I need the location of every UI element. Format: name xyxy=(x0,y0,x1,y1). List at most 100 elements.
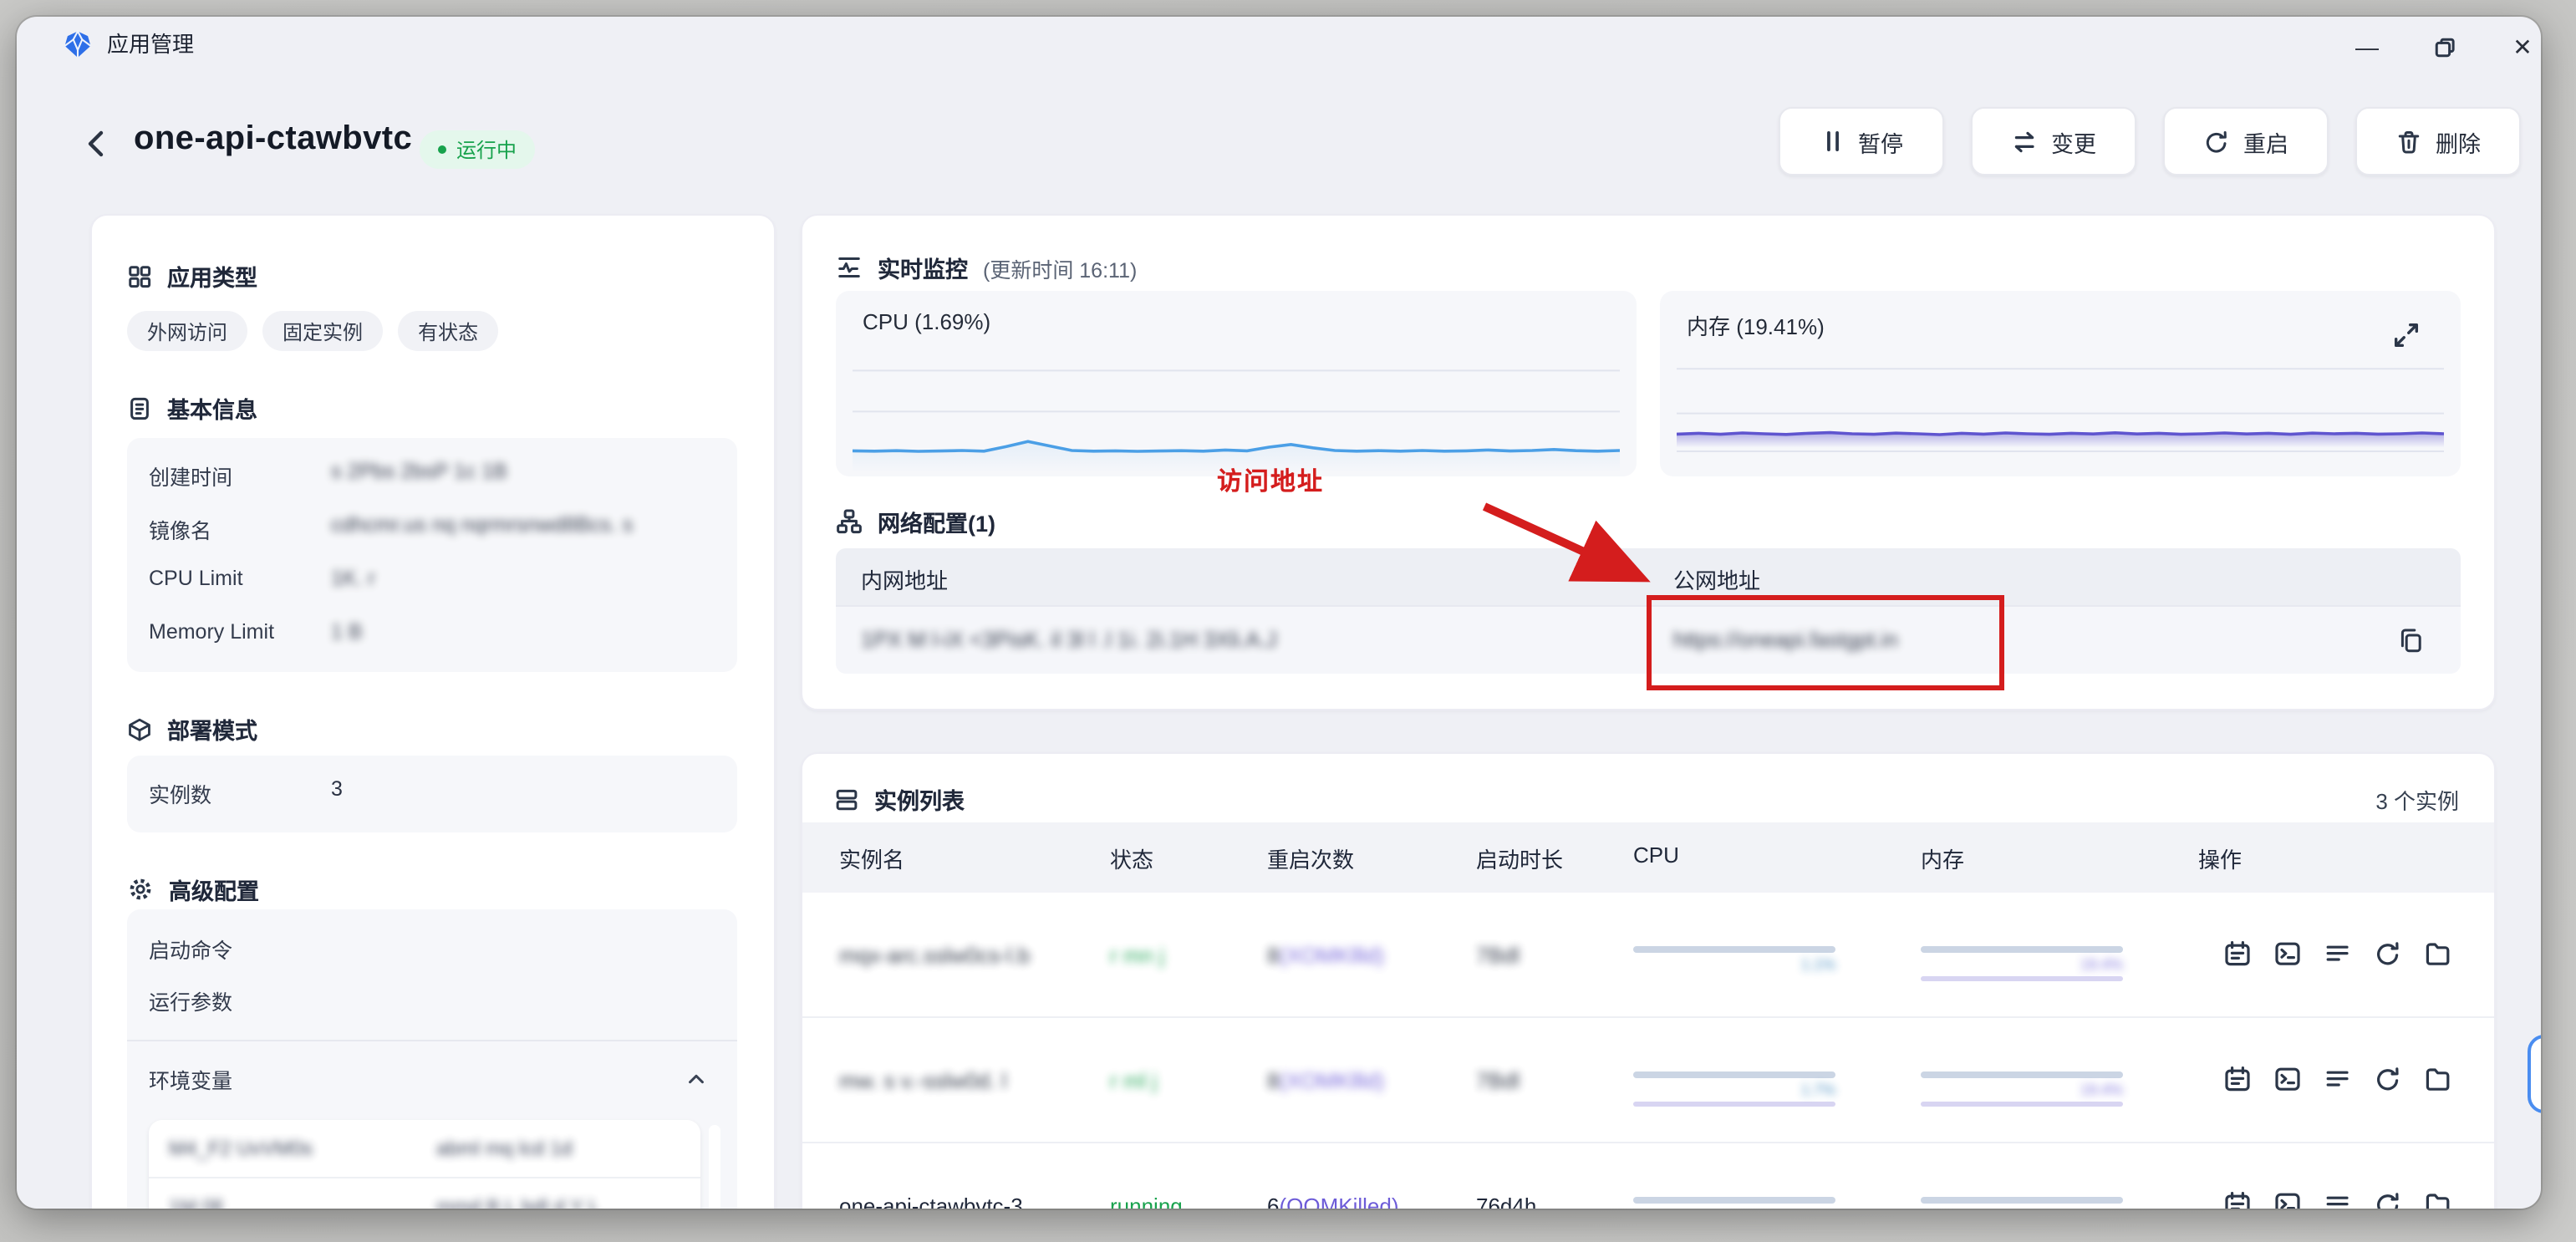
instance-actions xyxy=(2223,1065,2452,1093)
instance-memory-metric: 19.4% xyxy=(1921,946,2123,981)
instance-table-header: 实例名 状态 重启次数 启动时长 CPU 内存 操作 xyxy=(802,822,2494,893)
pause-label: 暂停 xyxy=(1858,125,1903,158)
internal-address-column: 内网地址 xyxy=(861,563,948,595)
instance-actions xyxy=(2223,939,2452,968)
env-vars-header[interactable]: 环境变量 xyxy=(149,1063,715,1097)
copy-icon[interactable] xyxy=(2397,627,2424,654)
logs-icon[interactable] xyxy=(2324,1065,2352,1093)
cpu-limit-label: CPU Limit xyxy=(149,567,243,590)
monitor-icon[interactable] xyxy=(2223,939,2252,968)
instance-memory-percent: 19.4% xyxy=(1921,956,2123,975)
trash-icon xyxy=(2395,128,2422,155)
cpu-chart-panel: CPU (1.69%) xyxy=(836,291,1637,476)
basic-info-card: 创建时间s 2Pbs 2bsP 1c 1B 镜像名cdhcmr.us nq nq… xyxy=(127,438,737,672)
list-icon xyxy=(834,786,859,812)
desktop-background: 应用管理 — ✕ one-api-ctawbvtc 运行中 暂停 变更 xyxy=(0,0,2576,1242)
scrollbar-thumb[interactable] xyxy=(709,1125,720,1209)
expand-icon[interactable] xyxy=(2392,321,2421,349)
minimize-button[interactable]: — xyxy=(2345,30,2389,64)
image-name-value: cdhcmr.us nq nqrmrsnwd8Bcs. s xyxy=(331,513,633,537)
instance-name: one-api-ctawbvtc-3 xyxy=(839,1194,1023,1209)
internal-address-value: 1PX M l-iX <3PisK. il 3l l .l 1i. 2i.1H … xyxy=(861,627,1277,652)
deploy-mode-card: 实例数3 xyxy=(127,756,737,832)
gear-icon xyxy=(127,876,154,903)
pulse-icon xyxy=(836,254,863,281)
column-status: 状态 xyxy=(1110,842,1153,874)
memory-chart-title: 内存 (19.41%) xyxy=(1687,309,1825,341)
terminal-icon[interactable] xyxy=(2273,1065,2302,1093)
env-vars-title: 环境变量 xyxy=(149,1070,232,1093)
logs-icon[interactable] xyxy=(2324,939,2352,968)
change-button[interactable]: 变更 xyxy=(1971,107,2136,176)
tag-stateful: 有状态 xyxy=(398,311,498,351)
env-key: 1M 0ll xyxy=(169,1195,222,1209)
image-name-label: 镜像名 xyxy=(149,513,211,545)
env-value: abml mq lcd 1d xyxy=(436,1137,573,1160)
restart-icon[interactable] xyxy=(2374,1190,2402,1209)
column-cpu: CPU xyxy=(1633,842,1679,868)
app-type-tags: 外网访问 固定实例 有状态 xyxy=(127,311,498,351)
restore-button[interactable] xyxy=(2422,30,2466,64)
deploy-mode-title: 部署模式 xyxy=(167,712,257,746)
monitor-icon[interactable] xyxy=(2223,1190,2252,1209)
tag-external-access: 外网访问 xyxy=(127,311,247,351)
instance-list-header: 实例列表 xyxy=(834,782,965,816)
memory-limit-value: 1 B xyxy=(331,620,363,644)
column-actions: 操作 xyxy=(2198,842,2242,874)
instance-uptime: 7Bdl xyxy=(1476,943,1520,968)
close-icon[interactable]: ✕ xyxy=(2501,30,2541,64)
env-var-row: M4_F2 UvVM0s abml mq lcd 1d xyxy=(149,1120,700,1177)
delete-label: 删除 xyxy=(2436,125,2481,158)
folder-icon[interactable] xyxy=(2424,939,2452,968)
pause-button[interactable]: 暂停 xyxy=(1779,107,1944,176)
basic-info-section-header: 基本信息 xyxy=(127,391,257,425)
env-key: M4_F2 UvVM0s xyxy=(169,1137,313,1160)
restart-icon xyxy=(2203,128,2230,155)
instance-actions xyxy=(2223,1190,2452,1209)
app-title: 应用管理 xyxy=(107,17,194,74)
instance-memory-percent: 19.4% xyxy=(1921,1082,2123,1100)
cube-icon xyxy=(127,716,152,741)
pause-icon xyxy=(1820,129,1845,154)
annotation-access-address: 访问地址 xyxy=(1217,463,1401,498)
annotation-arrow-icon xyxy=(1471,496,1663,590)
instance-cpu-percent: 1.7% xyxy=(1633,1082,1835,1100)
monitor-icon[interactable] xyxy=(2223,1065,2252,1093)
header-actions: 暂停 变更 重启 删除 xyxy=(1779,107,2521,176)
titlebar: 应用管理 — ✕ xyxy=(17,17,2541,74)
instance-uptime: 76d4h xyxy=(1476,1194,1536,1209)
swap-icon xyxy=(2011,128,2038,155)
instance-cpu-metric xyxy=(1633,1197,1835,1204)
terminal-icon[interactable] xyxy=(2273,1190,2302,1209)
terminal-icon[interactable] xyxy=(2273,939,2302,968)
chevron-up-icon[interactable] xyxy=(685,1068,707,1090)
column-uptime: 启动时长 xyxy=(1476,842,1563,874)
floating-panel-toggle[interactable] xyxy=(2528,1035,2541,1113)
start-command-label[interactable]: 启动命令 xyxy=(149,933,232,965)
delete-button[interactable]: 删除 xyxy=(2355,107,2521,176)
instance-uptime: 7Bdl xyxy=(1476,1068,1520,1093)
back-button[interactable] xyxy=(80,127,114,160)
logs-icon[interactable] xyxy=(2324,1190,2352,1209)
monitoring-updated-time: (更新时间 16:11) xyxy=(983,252,1137,283)
folder-icon[interactable] xyxy=(2424,1190,2452,1209)
sidebar-app-config: 应用类型 外网访问 固定实例 有状态 基本信息 创建时间s 2Pbs 2bsP … xyxy=(90,214,776,1209)
status-dot-icon xyxy=(438,145,446,154)
instance-row: one-api-ctawbvtc-3running6(OOMKilled)76d… xyxy=(802,1143,2494,1209)
instance-cpu-percent: 1.1% xyxy=(1633,956,1835,975)
restart-icon[interactable] xyxy=(2374,939,2402,968)
run-args-label[interactable]: 运行参数 xyxy=(149,985,232,1016)
instance-name: mqx-arc.sslw0cs-l.b xyxy=(839,943,1030,968)
restart-icon[interactable] xyxy=(2374,1065,2402,1093)
public-address-column: 公网地址 xyxy=(1673,563,1760,595)
network-icon xyxy=(836,508,863,535)
instance-memory-metric xyxy=(1921,1197,2123,1204)
instance-cpu-metric: 1.7% xyxy=(1633,1071,1835,1107)
cpu-limit-value: 1K. r xyxy=(331,567,375,590)
restart-button[interactable]: 重启 xyxy=(2163,107,2329,176)
annotation-highlight-box xyxy=(1647,595,2004,690)
monitoring-title: 实时监控 xyxy=(878,251,968,284)
folder-icon[interactable] xyxy=(2424,1065,2452,1093)
status-badge: 运行中 xyxy=(420,130,535,169)
app-logo-gem-icon xyxy=(64,30,92,59)
